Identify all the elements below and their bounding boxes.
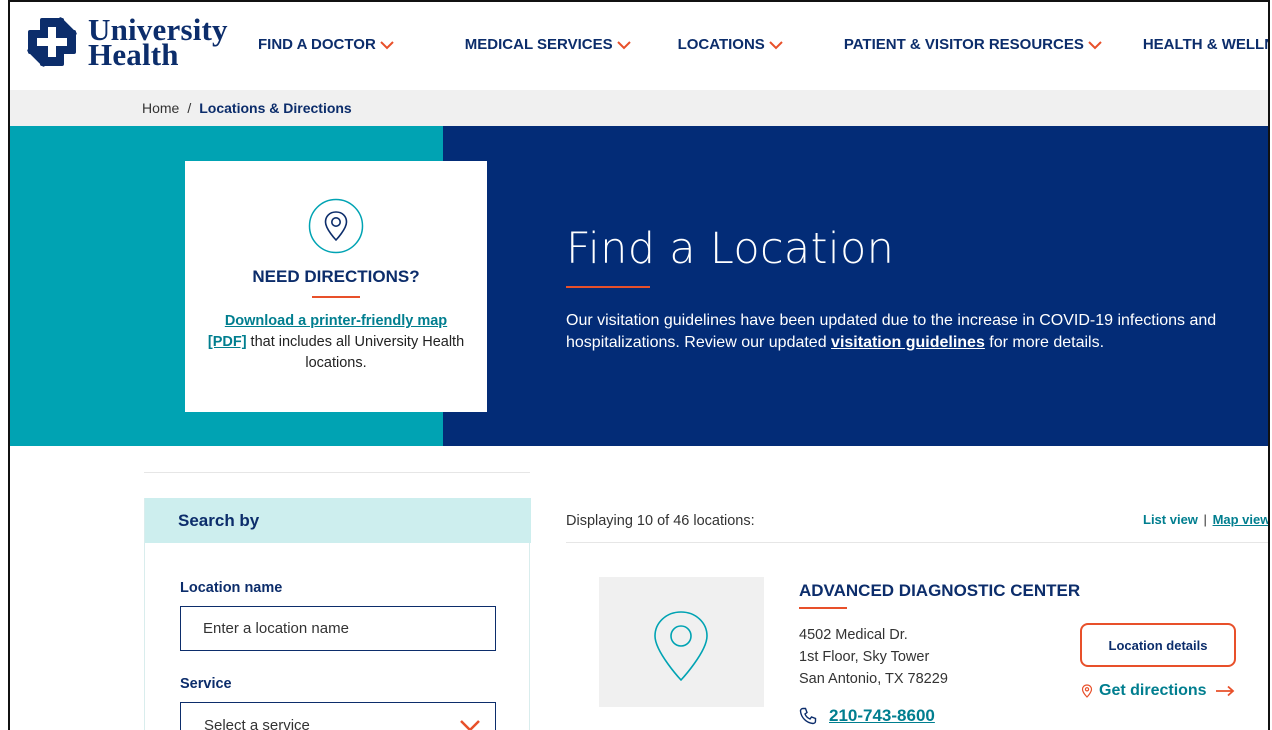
search-heading: Search by: [178, 511, 260, 530]
directions-rule: [312, 296, 360, 298]
location-pin-icon: [308, 198, 364, 254]
nav-label: PATIENT & VISITOR RESOURCES: [843, 36, 1084, 53]
service-label: Service: [180, 676, 232, 692]
location-address: 4502 Medical Dr. 1st Floor, Sky Tower Sa…: [799, 624, 948, 690]
chevron-down-icon: [1088, 40, 1102, 49]
main-nav: FIND A DOCTOR MEDICAL SERVICES LOCATIONS…: [258, 36, 1268, 53]
nav-patient-visitor-resources[interactable]: PATIENT & VISITOR RESOURCES: [844, 36, 1103, 53]
nav-label: MEDICAL SERVICES: [464, 36, 613, 53]
address-line: 4502 Medical Dr.: [799, 627, 908, 643]
hero-description: Our visitation guidelines have been upda…: [566, 310, 1256, 354]
breadcrumb-separator: /: [187, 100, 192, 116]
nav-locations[interactable]: LOCATIONS: [678, 36, 784, 53]
breadcrumb-current: Locations & Directions: [199, 100, 352, 116]
view-toggle: List view | Map view: [1143, 512, 1268, 527]
location-rule: [799, 607, 847, 609]
chevron-down-icon: [769, 40, 783, 49]
nav-medical-services[interactable]: MEDICAL SERVICES: [465, 36, 632, 53]
directions-text: Download a printer-friendly map [PDF] th…: [205, 311, 467, 374]
location-pin-icon: [654, 611, 708, 682]
site-logo[interactable]: University Health: [24, 14, 228, 70]
location-name-label: Location name: [180, 580, 283, 596]
get-directions-link[interactable]: Get directions: [1081, 682, 1235, 700]
search-panel-header: Search by: [145, 498, 531, 543]
printer-friendly-map-link[interactable]: Download a printer-friendly map: [225, 313, 447, 329]
hero-banner: NEED DIRECTIONS? Download a printer-frie…: [10, 126, 1268, 446]
service-select[interactable]: Select a service: [180, 702, 496, 730]
chevron-down-icon: [616, 40, 631, 49]
phone-link[interactable]: 210-743-8600: [829, 706, 935, 726]
breadcrumb: Home / Locations & Directions: [10, 90, 1268, 126]
location-name-link[interactable]: ADVANCED DIAGNOSTIC CENTER: [799, 581, 1080, 601]
browser-page: University Health FIND A DOCTOR MEDICAL …: [8, 0, 1270, 730]
nav-find-a-doctor[interactable]: FIND A DOCTOR: [258, 36, 395, 53]
location-phone: 210-743-8600: [799, 706, 935, 726]
address-line: 1st Floor, Sky Tower: [799, 649, 930, 665]
view-separator: |: [1203, 512, 1207, 527]
chevron-down-icon: [460, 720, 480, 730]
results-divider: [566, 542, 1268, 543]
visitation-guidelines-link[interactable]: visitation guidelines: [831, 334, 985, 351]
list-view-link[interactable]: List view: [1143, 512, 1198, 527]
nav-label: LOCATIONS: [677, 36, 765, 53]
nav-health-wellness[interactable]: HEALTH & WELLNESS: [1142, 36, 1268, 53]
location-image-placeholder: [599, 577, 764, 707]
map-pin-icon: [1081, 684, 1093, 698]
directions-title: NEED DIRECTIONS?: [252, 267, 420, 286]
page-title: Find a Location: [566, 224, 895, 274]
site-header: University Health FIND A DOCTOR MEDICAL …: [10, 2, 1268, 90]
location-name-input[interactable]: [180, 606, 496, 651]
nav-label: FIND A DOCTOR: [258, 36, 376, 53]
directions-card: NEED DIRECTIONS? Download a printer-frie…: [185, 161, 487, 412]
search-panel: Search by Location name Service Select a…: [144, 498, 531, 730]
hero-desc-after: for more details.: [984, 334, 1105, 351]
directions-rest-text: that includes all University Health loca…: [246, 334, 465, 371]
sidebar-divider: [144, 472, 530, 473]
breadcrumb-home-link[interactable]: Home: [142, 100, 179, 116]
pdf-link[interactable]: [PDF]: [208, 334, 247, 350]
nav-label: HEALTH & WELLNESS: [1142, 36, 1268, 53]
results-summary: Displaying 10 of 46 locations:: [566, 513, 755, 529]
get-directions-label: Get directions: [1099, 682, 1207, 699]
chevron-down-icon: [380, 40, 394, 49]
logo-wordmark: University Health: [88, 14, 228, 70]
address-line: San Antonio, TX 78229: [799, 671, 948, 687]
map-view-link[interactable]: Map view: [1213, 512, 1268, 527]
hero-rule: [566, 286, 650, 288]
arrow-right-icon: [1215, 685, 1234, 697]
service-select-value: Select a service: [204, 717, 310, 730]
university-health-star-icon: [27, 17, 77, 67]
phone-icon: [799, 707, 817, 725]
location-details-button[interactable]: Location details: [1080, 623, 1236, 667]
